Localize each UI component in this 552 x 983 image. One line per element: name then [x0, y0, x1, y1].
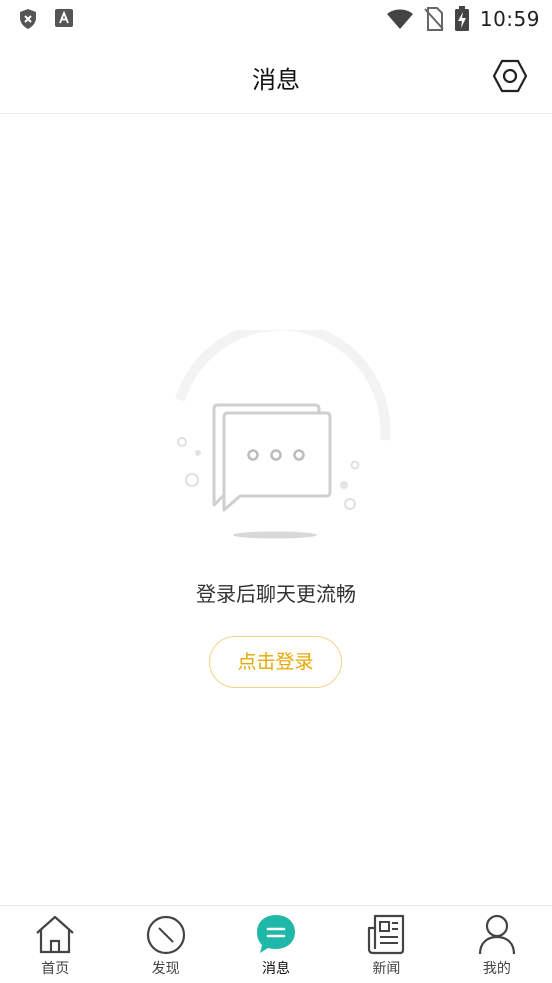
shield-x-icon [20, 9, 36, 29]
wifi-icon [386, 9, 413, 29]
tab-profile[interactable]: 我的 [442, 906, 552, 983]
tab-home[interactable]: 首页 [0, 906, 110, 983]
tab-label: 我的 [482, 961, 511, 977]
tab-news[interactable]: 新闻 [331, 906, 441, 983]
login-button[interactable]: 点击登录 [209, 636, 342, 688]
tab-label: 消息 [262, 961, 291, 977]
tab-label: 发现 [151, 961, 180, 977]
chat-bubbles-icon [175, 320, 391, 539]
status-time: 10:59 [479, 7, 540, 31]
status-right: 10:59 [386, 6, 540, 32]
home-icon [36, 915, 74, 954]
news-icon [368, 914, 405, 955]
tab-messages[interactable]: 消息 [221, 906, 331, 983]
tab-label: 首页 [41, 961, 70, 977]
tab-label: 新闻 [372, 961, 401, 977]
header: 消息 [0, 38, 552, 114]
empty-message: 登录后聊天更流畅 [196, 582, 356, 606]
tab-discover[interactable]: 发现 [110, 906, 220, 983]
empty-illustration [160, 320, 400, 550]
compass-icon [146, 915, 185, 955]
status-bar: 10:59 [0, 0, 552, 38]
profile-icon [478, 914, 515, 955]
page-title: 消息 [252, 66, 300, 94]
status-left [18, 8, 74, 30]
message-icon [257, 915, 296, 953]
a-notification-icon [55, 9, 73, 27]
tab-bar: 首页 发现 消息 新闻 我的 [0, 905, 552, 983]
battery-charging-icon [454, 6, 469, 31]
no-sim-icon [424, 7, 444, 31]
gear-icon [492, 59, 528, 93]
settings-button[interactable] [490, 56, 530, 96]
